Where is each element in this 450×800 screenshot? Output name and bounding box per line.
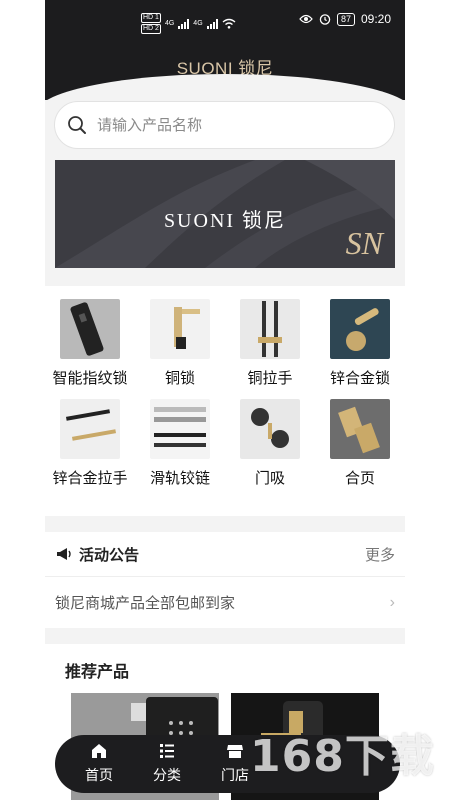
search-input[interactable]	[97, 116, 347, 134]
category-label: 铜拉手	[247, 370, 293, 387]
megaphone-icon	[57, 548, 71, 560]
category-label: 锌合金锁	[329, 370, 390, 387]
category-label: 锌合金拉手	[52, 470, 128, 487]
category-slide-hinge[interactable]: 滑轨铰链	[135, 399, 225, 488]
recommend-title: 推荐产品	[65, 664, 130, 681]
category-door-stopper[interactable]: 门吸	[225, 399, 315, 488]
search-icon	[68, 116, 86, 134]
wifi-icon	[222, 18, 236, 29]
category-label: 门吸	[254, 470, 285, 487]
nav-category[interactable]: 分类	[133, 735, 201, 793]
zinc-lock-image	[330, 299, 390, 359]
status-bar: HD 1 HD 2 4G 4G 87 09:20	[45, 0, 405, 40]
category-label: 铜锁	[164, 370, 195, 387]
network-type-2: 4G	[193, 20, 203, 27]
header-bar: HD 1 HD 2 4G 4G 87 09:20 SUONI 锁尼	[45, 0, 405, 114]
nav-home[interactable]: 首页	[65, 735, 133, 793]
more-link[interactable]: 更多	[365, 544, 395, 565]
eye-icon	[299, 14, 313, 24]
signal-icon-2	[206, 18, 218, 29]
notice-title: 活动公告	[79, 546, 140, 564]
notice-text: 锁尼商城产品全部包邮到家	[55, 595, 236, 612]
zinc-handle-image	[60, 399, 120, 459]
clock: 09:20	[360, 12, 391, 26]
app-title: SUONI 锁尼	[176, 59, 274, 78]
category-copper-lock[interactable]: 铜锁	[135, 299, 225, 388]
banner-logo: SN	[345, 225, 383, 261]
category-smart-lock[interactable]: 智能指纹锁	[45, 299, 135, 388]
nav-label: 分类	[153, 767, 181, 783]
category-hinge[interactable]: 合页	[315, 399, 405, 488]
app-screen: HD 1 HD 2 4G 4G 87 09:20 SUONI 锁尼 请输入产品名…	[45, 0, 405, 800]
notice-section: 活动公告 更多 锁尼商城产品全部包邮到家 ›	[45, 532, 405, 628]
chevron-right-icon: ›	[389, 593, 395, 611]
category-zinc-lock[interactable]: 锌合金锁	[315, 299, 405, 388]
status-system: 87 09:20	[299, 12, 391, 26]
search-bar[interactable]	[54, 101, 395, 149]
hd1-badge: HD 1	[141, 13, 161, 23]
door-stopper-image	[240, 399, 300, 459]
status-network: HD 1 HD 2 4G 4G	[141, 13, 236, 34]
hd2-badge: HD 2	[141, 24, 161, 34]
category-label: 合页	[344, 470, 375, 487]
network-type-1: 4G	[164, 20, 175, 27]
battery-indicator: 87	[336, 12, 355, 26]
nav-label: 首页	[85, 767, 113, 783]
slide-hinge-image	[150, 399, 210, 459]
promo-banner[interactable]: SUONI 锁尼 SN	[55, 160, 395, 268]
alarm-icon	[319, 14, 331, 25]
watermark: 168下载	[250, 731, 435, 782]
category-label: 滑轨铰链	[149, 470, 210, 487]
category-label: 智能指纹锁	[52, 370, 128, 387]
category-grid: 智能指纹锁 铜锁 铜拉手 锌合金锁 锌合金拉手 滑轨铰链 门吸 合页	[45, 286, 405, 516]
copper-lock-image	[150, 299, 210, 359]
signal-icon	[178, 18, 190, 29]
category-zinc-handle[interactable]: 锌合金拉手	[45, 399, 135, 488]
list-icon	[160, 744, 174, 758]
copper-handle-image	[240, 299, 300, 359]
home-icon	[92, 744, 106, 758]
hinge-image	[330, 399, 390, 459]
notice-header: 活动公告 更多	[45, 532, 405, 577]
category-copper-handle[interactable]: 铜拉手	[225, 299, 315, 388]
smart-lock-image	[60, 299, 120, 359]
notice-item[interactable]: 锁尼商城产品全部包邮到家 ›	[45, 577, 405, 628]
banner-brand-text: SUONI 锁尼	[163, 210, 287, 232]
store-icon	[227, 745, 243, 758]
